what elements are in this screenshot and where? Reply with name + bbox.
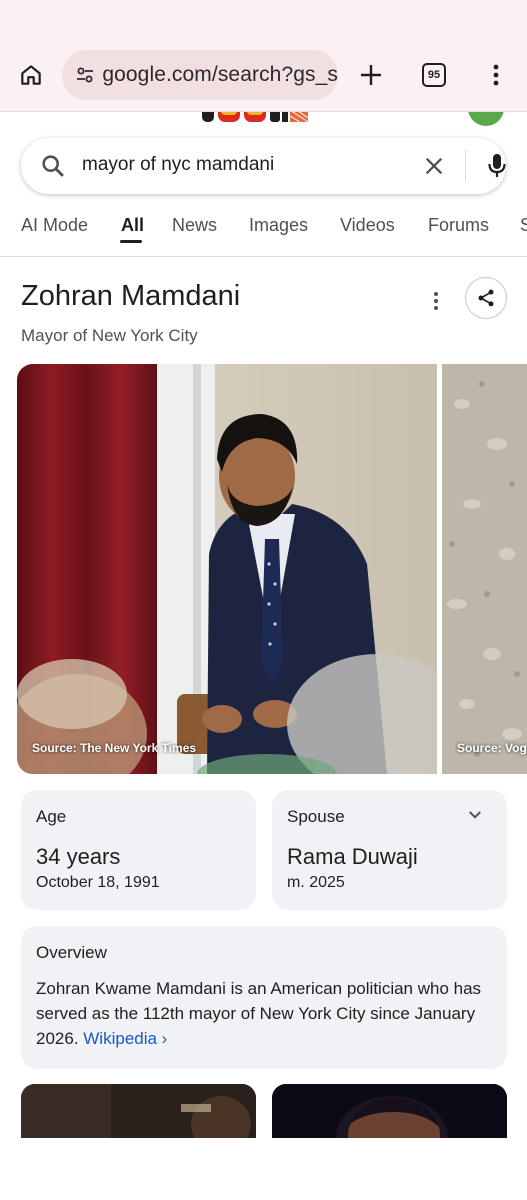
clear-button[interactable]	[419, 151, 449, 181]
search-divider	[465, 150, 466, 182]
tab-ai-mode[interactable]: AI Mode	[21, 215, 88, 236]
fact-value: 34 years	[36, 844, 121, 869]
image-source: Source: Vog	[457, 741, 527, 755]
kp-image-main[interactable]: Source: The New York Times	[17, 364, 437, 774]
portrait-photo	[17, 364, 437, 774]
address-bar[interactable]: google.com/search?gs_s	[62, 50, 338, 100]
search-box[interactable]: mayor of nyc mamdani	[21, 138, 506, 194]
google-doodle[interactable]	[198, 112, 326, 126]
tab-images[interactable]: Images	[249, 215, 308, 236]
overview-card: Overview Zohran Kwame Mamdani is an Amer…	[21, 926, 507, 1069]
browser-toolbar: google.com/search?gs_s 95	[0, 0, 527, 112]
new-tab-button[interactable]	[350, 54, 392, 96]
close-icon	[425, 157, 443, 175]
tune-icon[interactable]	[68, 63, 102, 87]
overview-label: Overview	[36, 943, 107, 962]
fact-value: Rama Duwaji	[287, 844, 418, 869]
tab-count: 95	[427, 69, 441, 81]
fact-card-age[interactable]: Age 34 years October 18, 1991	[21, 790, 256, 910]
share-icon	[478, 289, 494, 307]
fact-card-spouse[interactable]: Spouse Rama Duwaji m. 2025	[272, 790, 507, 910]
image-source: Source: The New York Times	[32, 741, 197, 755]
related-image-card[interactable]	[21, 1084, 256, 1138]
url-text: google.com/search?gs_s	[102, 63, 338, 86]
tab-switcher-button[interactable]: 95	[413, 54, 455, 96]
more-vert-icon	[434, 292, 438, 310]
kp-title: Zohran Mamdani	[21, 280, 241, 312]
share-button[interactable]	[465, 277, 507, 319]
mic-icon	[488, 154, 506, 177]
related-photo	[272, 1084, 507, 1138]
search-icon	[39, 152, 67, 185]
tab-all[interactable]: All	[121, 215, 144, 236]
tab-forums[interactable]: Forums	[428, 215, 489, 236]
fact-subvalue: October 18, 1991	[36, 874, 160, 891]
overview-text-block: Zohran Kwame Mamdani is an American poli…	[36, 976, 496, 1051]
wikipedia-link[interactable]: Wikipedia ›	[83, 1029, 167, 1048]
tab-news[interactable]: News	[172, 215, 217, 236]
search-tabs: AI Mode All News Images Videos Forums S	[0, 210, 527, 257]
tab-videos[interactable]: Videos	[340, 215, 395, 236]
kp-more-button[interactable]	[424, 287, 448, 315]
voice-search-button[interactable]	[483, 151, 511, 181]
fact-subvalue: m. 2025	[287, 874, 345, 891]
chevron-down-icon[interactable]	[466, 806, 484, 829]
home-icon	[21, 65, 41, 85]
browser-menu-button[interactable]	[476, 54, 516, 96]
kp-image-second[interactable]: Source: Vog	[442, 364, 527, 774]
related-photo	[21, 1084, 256, 1138]
home-button[interactable]	[10, 54, 52, 96]
kp-subtitle: Mayor of New York City	[21, 326, 198, 345]
fact-label: Spouse	[287, 807, 345, 826]
tab-switcher-icon: 95	[422, 63, 446, 87]
search-input[interactable]: mayor of nyc mamdani	[82, 154, 274, 176]
account-avatar[interactable]	[468, 112, 504, 126]
plus-icon	[361, 65, 381, 85]
related-image-card[interactable]	[272, 1084, 507, 1138]
fact-label: Age	[36, 807, 67, 826]
active-tab-indicator	[120, 240, 142, 243]
more-vert-icon	[493, 64, 499, 86]
textured-photo	[442, 364, 527, 774]
logo-strip	[0, 112, 527, 128]
tab-shopping[interactable]: S	[520, 215, 527, 236]
